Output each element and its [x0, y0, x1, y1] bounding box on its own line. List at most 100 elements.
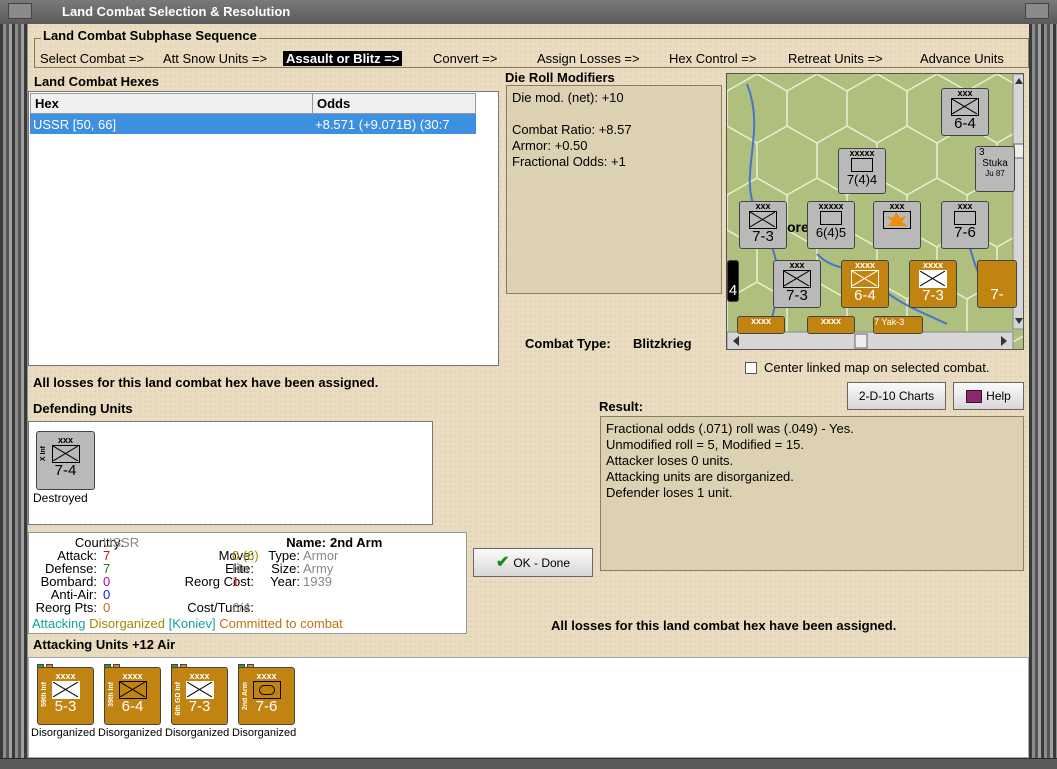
close-icon[interactable] — [1025, 3, 1049, 19]
unit-size: xxxx — [189, 671, 210, 681]
modifiers-panel: Die mod. (net): +10 Combat Ratio: +8.57 … — [506, 85, 722, 294]
map-unit-counter[interactable]: xxxx 6-4 — [841, 260, 889, 308]
infantry-icon — [185, 681, 214, 699]
map-unit-size: xxxx — [854, 260, 876, 270]
map-unit-size: xxxx — [922, 260, 944, 270]
map-unit-name: Ju 87 — [985, 169, 1005, 178]
combat-type-value: Blitzkrieg — [633, 336, 692, 351]
unit-name: 6th GD Inf — [175, 682, 182, 716]
status-committed: Committed to combat — [219, 616, 343, 631]
attacking-unit-counter[interactable]: xxxx 6th GD Inf 7-3 — [171, 667, 228, 725]
ok-done-label: OK - Done — [513, 556, 571, 570]
map-air-counter[interactable]: 7 Yak-3 — [873, 316, 923, 334]
map-unit-counter[interactable]: xxx 7-3 — [773, 260, 821, 308]
map-unit-counter[interactable]: xxxxx 7(4)4 — [838, 148, 886, 194]
unit-size: xxxx — [122, 671, 143, 681]
map-unit-strength: 7-3 — [752, 228, 774, 245]
map-unit-counter-target[interactable]: xxx — [873, 201, 921, 249]
right-frame — [1029, 24, 1057, 768]
result-line: Attacking units are disorganized. — [606, 469, 794, 484]
status-attacking: Attacking — [32, 616, 86, 631]
unit-name: X Inf — [40, 446, 47, 462]
left-frame — [0, 24, 28, 768]
map-unit-size: xxxxx — [849, 148, 875, 158]
map-unit-strength: 7- — [990, 286, 1004, 303]
linked-map[interactable]: xxx 6-4 xxxxx 7(4)4 3 Stuka Ju 87 xxx 7-… — [726, 73, 1024, 350]
column-header-hex[interactable]: Hex — [30, 93, 313, 114]
map-unit-strength: 3 — [979, 147, 985, 158]
hex-cell: USSR [50, 66] — [33, 117, 117, 132]
result-line: Attacker loses 0 units. — [606, 453, 734, 468]
defending-unit-counter[interactable]: xxx X Inf 7-4 — [36, 431, 95, 490]
column-header-odds[interactable]: Odds — [312, 93, 476, 114]
status-disorganized: Disorganized — [89, 616, 165, 631]
hq-icon — [851, 158, 873, 172]
armor-icon — [954, 211, 976, 225]
map-unit-size: xxxx — [750, 316, 772, 326]
map-unit-strength: 7(4)4 — [846, 172, 878, 187]
map-unit-counter[interactable]: xxx 6-4 — [941, 88, 989, 136]
map-unit-strength: 7 — [874, 317, 880, 327]
attacking-unit-status: Disorganized — [31, 727, 96, 739]
system-menu-icon[interactable] — [8, 3, 32, 19]
map-unit-counter[interactable]: xxxx — [807, 316, 855, 334]
center-map-checkbox[interactable] — [745, 362, 757, 374]
bottom-frame — [0, 758, 1057, 769]
map-unit-counter[interactable]: xxxx 7-3 — [909, 260, 957, 308]
modifier-line: Die mod. (net): +10 — [512, 90, 624, 105]
result-panel: Fractional odds (.071) roll was (.049) -… — [600, 416, 1024, 571]
map-unit-name: Yak-3 — [881, 317, 905, 327]
map-air-counter[interactable]: 3 Stuka Ju 87 — [975, 146, 1015, 192]
attacking-heading: Attacking Units +12 Air — [33, 637, 176, 652]
infantry-icon — [919, 270, 947, 288]
map-unit-size: xxxx — [820, 316, 842, 326]
result-heading: Result: — [599, 399, 644, 414]
attacking-unit-counter[interactable]: xxxx 39th Inf 6-4 — [104, 667, 161, 725]
map-unit-strength: 6(4)5 — [815, 225, 847, 240]
checkmark-icon: ✔ — [495, 554, 510, 571]
modifiers-heading: Die Roll Modifiers — [505, 70, 615, 85]
defending-unit-status: Destroyed — [33, 491, 88, 505]
map-unit-counter[interactable]: 7- — [977, 260, 1017, 308]
infantry-icon — [951, 98, 979, 116]
infantry-icon — [51, 445, 80, 463]
odds-cell: +8.571 (+9.071B) (30:7 — [315, 117, 450, 132]
map-unit-counter[interactable]: xxx 7-3 — [739, 201, 787, 249]
title-bar[interactable]: Land Combat Selection & Resolution — [0, 0, 1057, 25]
modifier-line: Combat Ratio: +8.57 — [512, 122, 632, 137]
help-button[interactable]: Help — [953, 382, 1024, 410]
map-unit-counter[interactable]: xxxx — [737, 316, 785, 334]
map-unit-counter[interactable]: xxx 7-6 — [941, 201, 989, 249]
modifier-line: Armor: +0.50 — [512, 138, 588, 153]
year-label: Year: — [270, 574, 300, 589]
unit-name: 2nd Arm — [242, 682, 249, 711]
window-title: Land Combat Selection & Resolution — [62, 4, 291, 19]
hexes-heading: Land Combat Hexes — [34, 74, 159, 89]
attacking-unit-status: Disorganized — [98, 727, 163, 739]
center-map-label[interactable]: Center linked map on selected combat. — [764, 360, 989, 375]
reorg-cost-value: 1 — [232, 574, 240, 589]
explosion-icon — [883, 211, 911, 229]
map-unit-counter[interactable]: 4 — [727, 260, 739, 302]
attacking-unit-counter[interactable]: xxxx 2nd Arm 7-6 — [238, 667, 295, 725]
map-unit-counter[interactable]: xxxxx 6(4)5 — [807, 201, 855, 249]
unit-size: xxxx — [55, 671, 76, 681]
hexes-list[interactable]: Hex Odds USSR [50, 66] +8.571 (+9.071B) … — [28, 91, 499, 366]
infantry-icon — [851, 270, 879, 288]
ok-done-button[interactable]: ✔ OK - Done — [473, 548, 593, 577]
unit-name: 39th Inf — [108, 682, 115, 707]
charts-button[interactable]: 2-D-10 Charts — [847, 382, 946, 410]
map-unit-size: xxxxx — [818, 201, 844, 211]
table-row[interactable]: USSR [50, 66] +8.571 (+9.071B) (30:7 — [30, 114, 476, 134]
map-unit-strength: 6-4 — [954, 115, 976, 132]
status-commander: [Koniev] — [168, 616, 216, 631]
reorg-cost-label: Reorg Cost: — [184, 574, 254, 589]
reorg-pts-label: Reorg Pts: — [35, 600, 97, 615]
unit-name: 59th Inf — [41, 682, 48, 707]
result-line: Fractional odds (.071) roll was (.049) -… — [606, 421, 854, 436]
attacking-unit-counter[interactable]: xxxx 59th Inf 5-3 — [37, 667, 94, 725]
map-unit-name: Stuka — [982, 158, 1008, 169]
unit-size: xxx — [57, 435, 74, 445]
losses-note-left: All losses for this land combat hex have… — [33, 375, 379, 390]
phase-retreat-units: Retreat Units => — [788, 51, 883, 66]
